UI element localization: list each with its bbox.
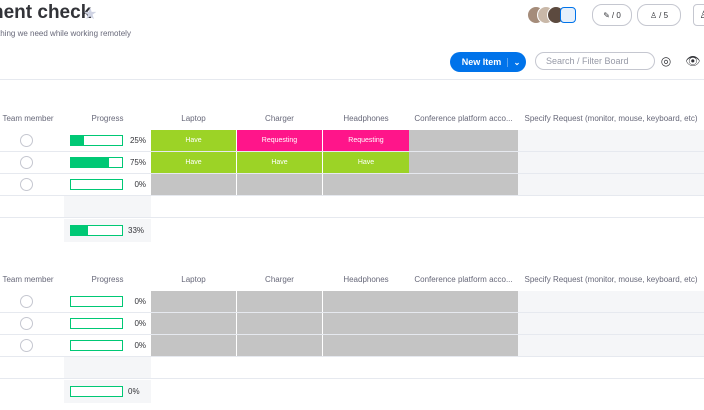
specify-request-cell[interactable] [518,291,704,312]
headphones-status-cell[interactable]: Requesting [323,130,409,151]
person-icon[interactable] [20,295,33,308]
progress-value: 0% [134,341,146,350]
column-header[interactable]: Charger [237,275,322,284]
activity-icon: ✎ [603,10,610,20]
progress-value: 25% [129,136,146,145]
progress-value: 0% [134,319,146,328]
laptop-status-cell[interactable]: Have [151,130,236,151]
charger-status-cell[interactable] [237,291,322,312]
progress-bar [70,340,123,351]
person-filter-icon[interactable]: ◎ [658,53,674,69]
progress-bar [70,179,123,190]
progress-fill [71,158,110,167]
members-icon: ♙ [649,10,658,20]
headphones-status-cell[interactable] [323,291,409,312]
column-header[interactable]: Conference platform acco... [409,275,518,284]
charger-status-cell[interactable] [237,313,322,334]
charger-status-cell[interactable] [237,335,322,356]
column-header[interactable]: Progress [64,275,151,284]
laptop-status-cell[interactable] [151,313,236,334]
user-menu-button[interactable]: ♙ [693,4,704,26]
summary-progress-fill [71,226,88,235]
board-share-icon [560,7,576,23]
divider [0,79,704,80]
progress-bar [70,296,123,307]
conference-status-cell[interactable] [409,335,518,356]
person-icon[interactable] [20,134,33,147]
conference-status-cell[interactable] [409,130,518,151]
charger-status-cell[interactable]: Have [237,152,322,173]
person-icon[interactable] [20,317,33,330]
column-header[interactable]: Progress [64,114,151,123]
column-header[interactable]: Laptop [151,275,236,284]
summary-progress-bar [70,225,123,236]
new-item-button[interactable]: New Item ⌄ [450,52,526,72]
column-header[interactable]: Specify Request (monitor, mouse, keyboar… [518,114,704,123]
column-header[interactable]: Headphones [323,275,409,284]
summary-progress-value: 0% [128,387,140,396]
specify-request-cell[interactable] [518,174,704,195]
row-divider [0,217,704,218]
person-icon[interactable] [20,339,33,352]
person-icon[interactable] [20,156,33,169]
column-header[interactable]: Headphones [323,114,409,123]
column-header[interactable]: Team member [0,275,60,284]
board-description[interactable]: thing we need while working remotely [0,29,131,38]
column-header[interactable]: Specify Request (monitor, mouse, keyboar… [518,275,704,284]
board-avatars[interactable] [527,6,579,24]
specify-request-cell[interactable] [518,335,704,356]
summary-progress-value: 33% [128,226,145,235]
column-header[interactable]: Conference platform acco... [409,114,518,123]
progress-bar [70,318,123,329]
user-icon: ♙ [700,10,704,21]
person-icon[interactable] [20,295,33,308]
headphones-status-cell[interactable] [323,174,409,195]
person-icon[interactable] [20,156,33,169]
members-button[interactable]: ♙ / 5 [637,4,681,26]
specify-request-cell[interactable] [518,313,704,334]
star-icon[interactable]: ★ [83,4,97,24]
progress-value: 0% [134,297,146,306]
person-icon[interactable] [20,134,33,147]
headphones-status-cell[interactable] [323,335,409,356]
search-input[interactable]: Search / Filter Board [535,52,655,70]
progress-bar [70,157,123,168]
summary-progress-bar [70,386,123,397]
activity-button[interactable]: ✎ / 0 [592,4,632,26]
headphones-status-cell[interactable] [323,313,409,334]
column-header[interactable]: Charger [237,114,322,123]
progress-bar [70,135,123,146]
eye-icon[interactable]: 👁 [685,53,701,69]
progress-cell-empty [64,357,151,378]
progress-value: 75% [129,158,146,167]
progress-fill [71,136,84,145]
column-header[interactable]: Laptop [151,114,236,123]
person-icon[interactable] [20,339,33,352]
specify-request-cell[interactable] [518,130,704,151]
conference-status-cell[interactable] [409,174,518,195]
charger-status-cell[interactable] [237,174,322,195]
laptop-status-cell[interactable] [151,335,236,356]
board-title[interactable]: nent check [0,2,91,24]
conference-status-cell[interactable] [409,291,518,312]
person-icon[interactable] [20,317,33,330]
person-icon[interactable] [20,178,33,191]
progress-cell-empty [64,196,151,217]
conference-status-cell[interactable] [409,152,518,173]
laptop-status-cell[interactable] [151,174,236,195]
headphones-status-cell[interactable]: Have [323,152,409,173]
column-header[interactable]: Team member [0,114,60,123]
conference-status-cell[interactable] [409,313,518,334]
specify-request-cell[interactable] [518,152,704,173]
charger-status-cell[interactable]: Requesting [237,130,322,151]
chevron-down-icon[interactable]: ⌄ [507,57,526,67]
progress-value: 0% [134,180,146,189]
person-icon[interactable] [20,178,33,191]
laptop-status-cell[interactable] [151,291,236,312]
laptop-status-cell[interactable]: Have [151,152,236,173]
row-divider [0,378,704,379]
